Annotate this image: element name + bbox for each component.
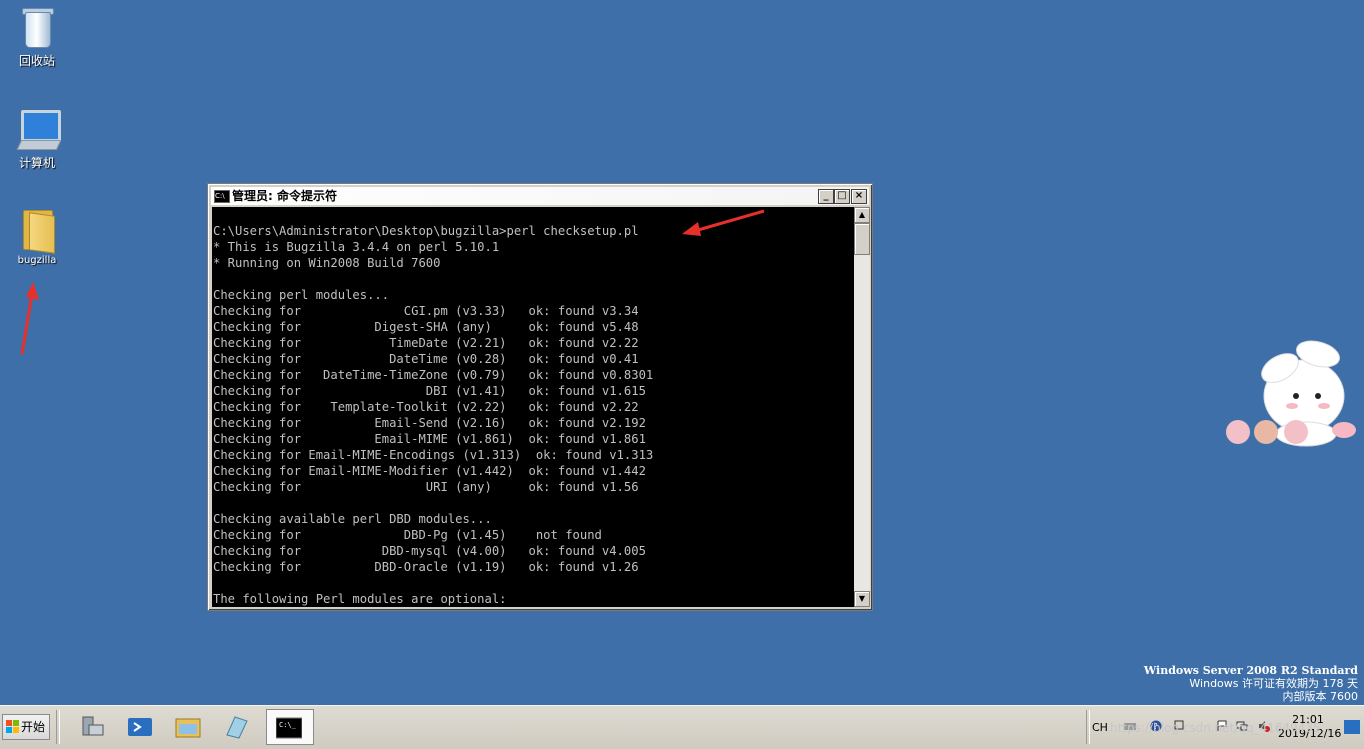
desktop-icon-label: 计算机 bbox=[18, 156, 55, 170]
close-icon: × bbox=[854, 190, 864, 201]
scroll-up-button[interactable]: ▲ bbox=[854, 207, 870, 223]
title-bar[interactable]: C:\ 管理员: 命令提示符 _ □ × bbox=[211, 187, 869, 205]
powershell-icon bbox=[128, 718, 152, 736]
desktop-icon-recycle-bin[interactable]: 回收站 bbox=[7, 6, 67, 68]
vertical-scrollbar[interactable]: ▲ ▼ bbox=[854, 207, 870, 607]
console-line: Checking for Email-Send (v2.16) ok: foun… bbox=[213, 416, 646, 430]
recycle-bin-icon bbox=[17, 6, 57, 50]
console-line: Checking for CGI.pm (v3.33) ok: found v3… bbox=[213, 304, 639, 318]
watermark-license: Windows 许可证有效期为 178 天 bbox=[1189, 677, 1358, 690]
console-line: * Running on Win2008 Build 7600 bbox=[213, 256, 441, 270]
console-line: Checking for DBD-Oracle (v1.19) ok: foun… bbox=[213, 560, 639, 574]
console-line: Checking for Digest-SHA (any) ok: found … bbox=[213, 320, 639, 334]
cmd-taskbar-button[interactable]: C:\_ bbox=[266, 709, 314, 745]
taskbar-separator bbox=[56, 710, 60, 744]
console-line: Checking for URI (any) ok: found v1.56 bbox=[213, 480, 639, 494]
notepad-button[interactable] bbox=[214, 709, 258, 745]
console-text: C:\Users\Administrator\Desktop\bugzilla>… bbox=[212, 207, 854, 607]
console-line: * This is Bugzilla 3.4.4 on perl 5.10.1 bbox=[213, 240, 500, 254]
arrow-down-icon: ▼ bbox=[858, 594, 866, 603]
start-label: 开始 bbox=[21, 720, 46, 734]
bunny-sticker-icon bbox=[1226, 340, 1356, 447]
console-line: Checking for Email-MIME-Encodings (v1.31… bbox=[213, 448, 654, 462]
desktop-icon-label: bugzilla bbox=[17, 255, 57, 266]
watermark-edition: Windows Server 2008 R2 Standard bbox=[1143, 664, 1358, 677]
cmd-window-icon: C:\ bbox=[214, 190, 230, 203]
desktop-icon-computer[interactable]: 计算机 bbox=[7, 108, 67, 170]
computer-icon bbox=[16, 108, 62, 152]
close-button[interactable]: × bbox=[851, 189, 867, 204]
console-line: Checking for Email-MIME (v1.861) ok: fou… bbox=[213, 432, 646, 446]
server-manager-button[interactable] bbox=[70, 709, 114, 745]
console-line: Checking perl modules... bbox=[213, 288, 390, 302]
cmd-icon: C:\_ bbox=[276, 717, 302, 739]
console-line: Checking for DateTime-TimeZone (v0.79) o… bbox=[213, 368, 654, 382]
explorer-button[interactable] bbox=[166, 709, 210, 745]
console-output[interactable]: C:\Users\Administrator\Desktop\bugzilla>… bbox=[212, 207, 854, 607]
csdn-watermark: https://blog.csdn.net/qq_41649435 bbox=[1110, 721, 1321, 735]
windows-flag-icon bbox=[6, 720, 19, 733]
annotation-arrow-icon bbox=[20, 282, 39, 355]
taskbar-separator bbox=[1086, 710, 1090, 744]
console-line: Checking for TimeDate (v2.21) ok: found … bbox=[213, 336, 639, 350]
powershell-button[interactable] bbox=[118, 709, 162, 745]
console-line: The following Perl modules are optional: bbox=[213, 592, 507, 606]
show-desktop-button[interactable] bbox=[1344, 720, 1360, 734]
console-line: Checking for DateTime (v0.28) ok: found … bbox=[213, 352, 639, 366]
desktop-icon-label: 回收站 bbox=[18, 54, 55, 68]
desktop-icon-bugzilla[interactable]: bugzilla bbox=[7, 206, 67, 268]
server-manager-icon bbox=[82, 716, 104, 736]
console-line: Checking for DBI (v1.41) ok: found v1.61… bbox=[213, 384, 646, 398]
console-line: Checking for Email-MIME-Modifier (v1.442… bbox=[213, 464, 646, 478]
console-line: Checking for DBD-mysql (v4.00) ok: found… bbox=[213, 544, 646, 558]
window-title: 管理员: 命令提示符 bbox=[232, 189, 337, 203]
start-button[interactable]: 开始 bbox=[2, 714, 50, 740]
cmd-window[interactable]: C:\ 管理员: 命令提示符 _ □ × C:\Users\Administra… bbox=[207, 183, 873, 611]
minimize-button[interactable]: _ bbox=[818, 189, 834, 204]
console-line: Checking for Template-Toolkit (v2.22) ok… bbox=[213, 400, 639, 414]
svg-text:C:\_: C:\_ bbox=[279, 721, 297, 729]
notepad-icon bbox=[226, 716, 248, 739]
language-indicator[interactable]: CH bbox=[1092, 721, 1108, 734]
annotation-arrow-icon bbox=[682, 209, 765, 236]
minimize-icon: _ bbox=[823, 190, 829, 201]
folder-icon bbox=[17, 206, 57, 254]
console-line: Checking for DBD-Pg (v1.45) not found bbox=[213, 528, 602, 542]
console-line: Checking available perl DBD modules... bbox=[213, 512, 492, 526]
scroll-thumb[interactable] bbox=[854, 223, 870, 255]
maximize-button[interactable]: □ bbox=[834, 189, 850, 204]
windows-watermark: Windows Server 2008 R2 Standard Windows … bbox=[1144, 664, 1358, 703]
maximize-icon: □ bbox=[837, 190, 847, 201]
scroll-down-button[interactable]: ▼ bbox=[854, 591, 870, 607]
explorer-folder-icon bbox=[175, 718, 201, 738]
arrow-up-icon: ▲ bbox=[858, 210, 866, 219]
watermark-build: 内部版本 7600 bbox=[1282, 690, 1359, 703]
